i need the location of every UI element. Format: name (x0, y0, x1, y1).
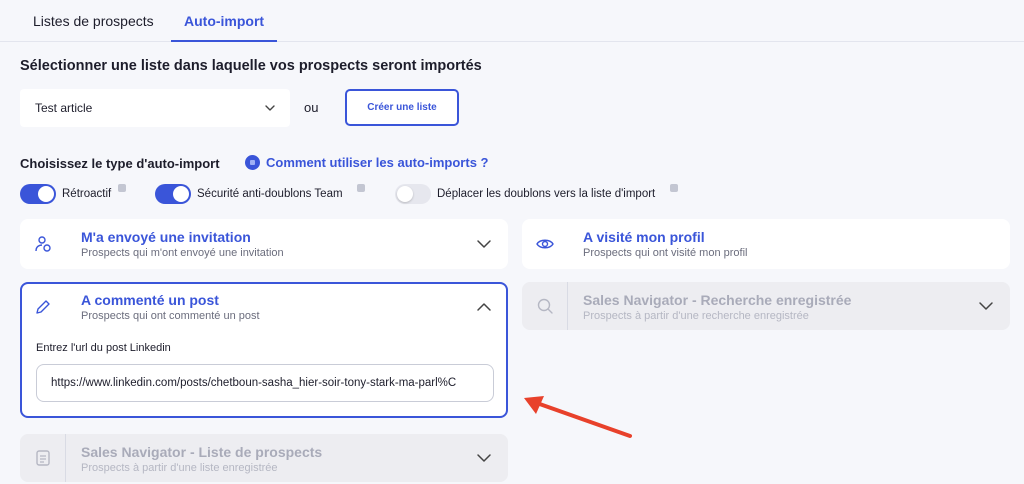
chevron-down-icon (265, 105, 275, 111)
create-list-button[interactable]: Créer une liste (345, 89, 459, 126)
toggle-deplacer-doublons[interactable] (395, 184, 431, 204)
toggle-anti-doublons-label: Sécurité anti-doublons Team (197, 188, 343, 200)
search-icon (537, 298, 553, 314)
card-commented-title: A commenté un post (81, 292, 219, 308)
card-invitation-subtitle: Prospects qui m'ont envoyé une invitatio… (81, 247, 284, 259)
help-icon[interactable] (245, 155, 260, 170)
card-commented-post[interactable]: A commenté un post Prospects qui ont com… (20, 282, 508, 418)
info-icon[interactable] (357, 184, 365, 192)
card-commented-subtitle: Prospects qui ont commenté un post (81, 310, 260, 322)
or-label: ou (304, 100, 319, 115)
card-sales-navigator-search[interactable]: Sales Navigator - Recherche enregistrée … (522, 282, 1010, 330)
card-invitation-title: M'a envoyé une invitation (81, 229, 251, 245)
chevron-up-icon[interactable] (475, 298, 493, 316)
info-icon[interactable] (118, 184, 126, 192)
card-sales-list-title: Sales Navigator - Liste de prospects (81, 444, 323, 460)
card-invitation[interactable]: M'a envoyé une invitation Prospects qui … (20, 219, 508, 269)
toggle-retroactif-label: Rétroactif (62, 188, 112, 200)
card-visited-title: A visité mon profil (583, 229, 705, 245)
document-icon (36, 450, 50, 466)
user-invite-icon (35, 236, 51, 252)
card-sales-list-subtitle: Prospects à partir d'une liste enregistr… (81, 462, 278, 474)
toggle-deplacer-doublons-label: Déplacer les doublons vers la liste d'im… (437, 188, 656, 200)
eye-icon (536, 239, 554, 249)
card-sales-search-subtitle: Prospects à partir d'une recherche enreg… (583, 310, 809, 322)
list-select-value: Test article (35, 101, 93, 115)
card-visited-subtitle: Prospects qui ont visité mon profil (583, 247, 748, 259)
toggle-retroactif[interactable] (20, 184, 56, 204)
post-url-label: Entrez l'url du post Linkedin (36, 342, 171, 354)
toggle-anti-doublons[interactable] (155, 184, 191, 204)
annotation-arrow (524, 396, 632, 438)
list-select[interactable]: Test article (20, 89, 290, 127)
import-type-title: Choisissez le type d'auto-import (20, 156, 220, 171)
card-visited-profile[interactable]: A visité mon profil Prospects qui ont vi… (522, 219, 1010, 269)
tab-bar: Listes de prospects Auto-import (0, 0, 1024, 42)
chevron-down-icon (979, 302, 993, 310)
chevron-down-icon (477, 454, 491, 462)
help-link[interactable]: Comment utiliser les auto-imports ? (266, 155, 488, 170)
active-tab-indicator (171, 40, 277, 42)
pencil-icon (36, 300, 50, 314)
info-icon[interactable] (670, 184, 678, 192)
chevron-down-icon (477, 240, 491, 248)
list-section-title: Sélectionner une liste dans laquelle vos… (20, 58, 482, 74)
icon-divider (65, 434, 66, 482)
card-sales-navigator-list[interactable]: Sales Navigator - Liste de prospects Pro… (20, 434, 508, 482)
tab-listes-de-prospects[interactable]: Listes de prospects (33, 0, 154, 42)
tab-auto-import[interactable]: Auto-import (184, 0, 264, 42)
card-sales-search-title: Sales Navigator - Recherche enregistrée (583, 292, 852, 308)
icon-divider (567, 282, 568, 330)
post-url-input[interactable] (36, 364, 494, 402)
